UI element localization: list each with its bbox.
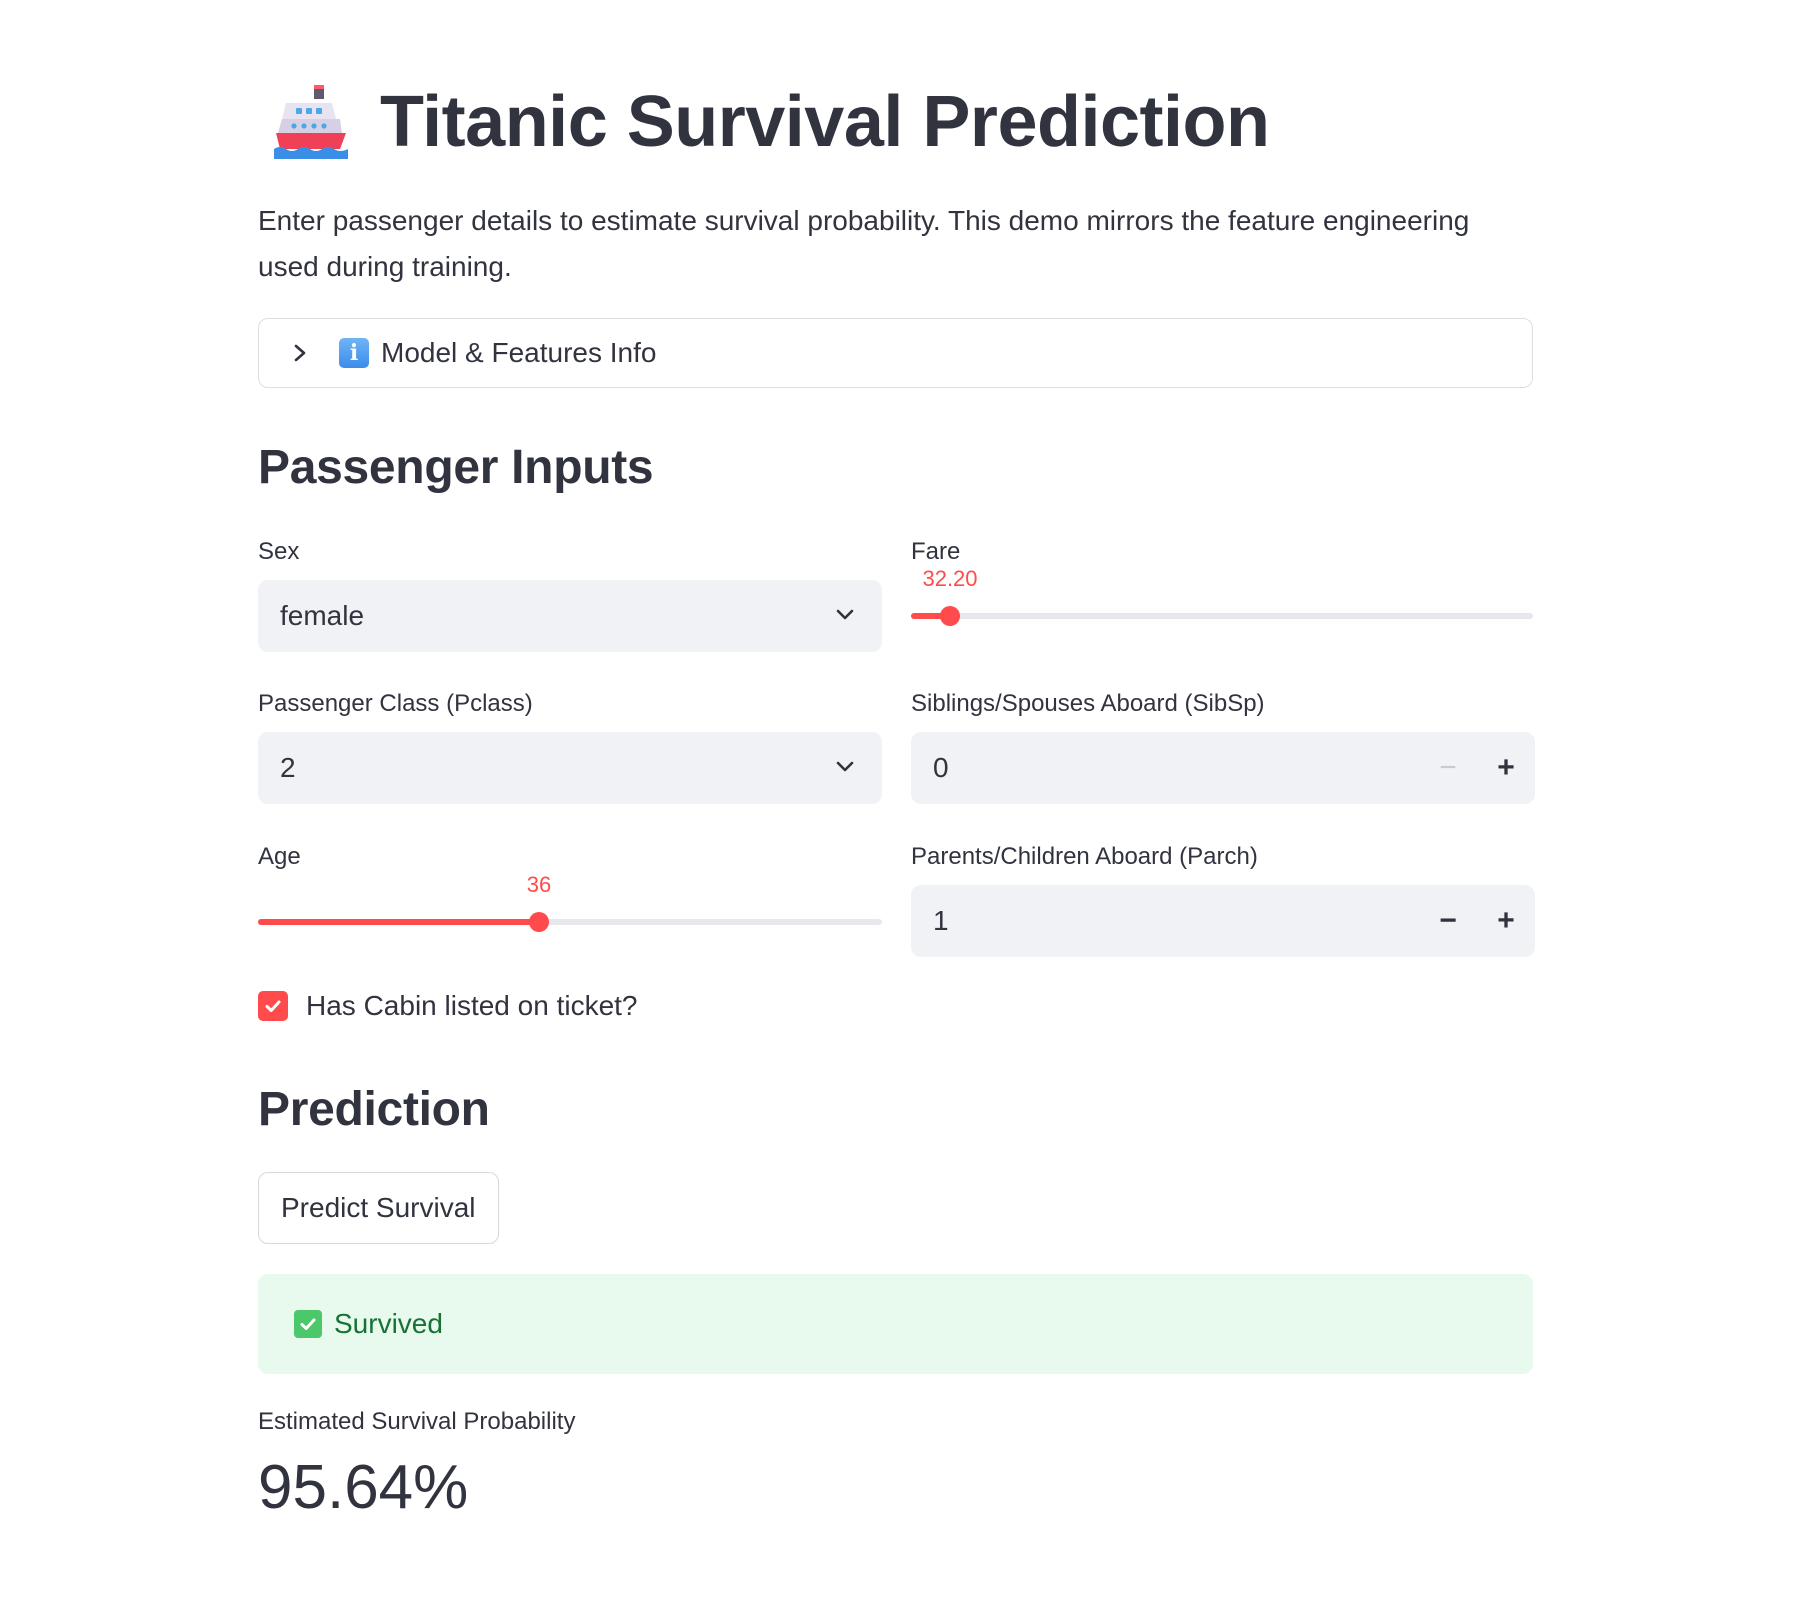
chevron-down-icon [836,609,854,620]
parch-number-input[interactable]: 1 − + [911,885,1535,957]
page-title: Titanic Survival Prediction [380,82,1270,162]
metric-label: Estimated Survival Probability [258,1408,576,1435]
age-slider-value: 36 [526,872,552,897]
section-heading-passenger-inputs: Passenger Inputs [258,441,654,494]
check-mark-button-icon [294,1310,322,1338]
fare-slider-value: 32.20 [922,566,978,591]
title-row: Titanic Survival Prediction [270,72,1270,172]
fare-slider[interactable]: 32.20 [911,566,1533,636]
pclass-select[interactable]: 2 [258,732,882,804]
fare-slider-thumb[interactable] [940,606,960,626]
sibsp-value[interactable]: 0 [911,752,1419,784]
age-slider-thumb[interactable] [529,912,549,932]
sibsp-decrement-button[interactable]: − [1419,732,1477,804]
sibsp-number-input[interactable]: 0 − + [911,732,1535,804]
metric-value: 95.64% [258,1453,469,1522]
predict-survival-button[interactable]: Predict Survival [258,1172,499,1244]
chevron-right-icon [294,344,306,362]
age-label: Age [258,843,301,870]
prediction-result-alert: Survived [258,1274,1533,1374]
age-slider-fill [258,919,539,925]
prediction-result-text: Survived [334,1308,443,1339]
parch-label: Parents/Children Aboard (Parch) [911,843,1258,870]
has-cabin-label: Has Cabin listed on ticket? [306,990,638,1021]
sex-label: Sex [258,538,300,565]
fare-label: Fare [911,538,961,565]
parch-increment-button[interactable]: + [1477,885,1535,957]
checkmark-icon [265,1000,281,1012]
chevron-down-icon [836,761,854,772]
app-page: Titanic Survival Prediction Enter passen… [0,0,1796,1618]
model-info-expander[interactable]: i Model & Features Info [258,318,1533,388]
parch-decrement-button[interactable]: − [1419,885,1477,957]
information-icon: i [339,338,369,368]
fare-slider-track [911,613,1533,619]
section-heading-prediction: Prediction [258,1083,490,1136]
ship-icon [274,85,348,159]
expander-label: Model & Features Info [381,337,657,368]
has-cabin-checkbox-row[interactable]: Has Cabin listed on ticket? [258,990,638,1022]
parch-value[interactable]: 1 [911,905,1419,937]
sex-select[interactable]: female [258,580,882,652]
age-slider[interactable]: 36 [258,872,882,942]
pclass-label: Passenger Class (Pclass) [258,690,533,717]
page-description: Enter passenger details to estimate surv… [258,205,1470,282]
pclass-select-value: 2 [280,752,296,783]
sex-select-value: female [280,600,365,631]
sibsp-increment-button[interactable]: + [1477,732,1535,804]
has-cabin-checkbox[interactable] [258,991,288,1021]
sibsp-label: Siblings/Spouses Aboard (SibSp) [911,690,1265,717]
